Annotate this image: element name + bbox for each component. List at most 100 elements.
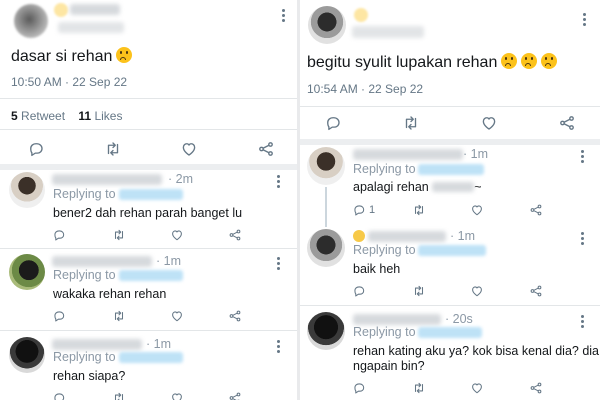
retweet-icon[interactable] <box>412 381 426 395</box>
author-avatar[interactable] <box>14 4 48 38</box>
like-icon[interactable] <box>170 309 184 323</box>
more-icon[interactable] <box>583 13 586 28</box>
more-icon[interactable] <box>581 315 584 330</box>
replying-to: Replying to <box>353 325 416 339</box>
more-icon[interactable] <box>277 257 280 272</box>
like-count: 11 <box>78 109 92 123</box>
reply-text: rehan kating aku ya? kok bisa kenal dia?… <box>353 344 599 358</box>
retweet-icon[interactable] <box>112 391 126 400</box>
reply-author-redacted <box>52 174 162 185</box>
like-icon[interactable] <box>470 284 484 298</box>
share-icon[interactable] <box>529 381 543 395</box>
worried-face-icon <box>116 47 133 63</box>
retweet-count: 5 <box>11 109 18 123</box>
more-icon[interactable] <box>277 175 280 190</box>
replying-to: Replying to <box>53 187 116 201</box>
retweet-icon[interactable] <box>112 228 126 242</box>
retweet-icon[interactable] <box>104 140 122 158</box>
retweet-icon[interactable] <box>412 203 426 217</box>
reply-icon[interactable] <box>52 391 66 400</box>
reply-icon[interactable] <box>352 381 366 395</box>
retweet-icon[interactable] <box>112 309 126 323</box>
reply-time: · 1m <box>463 147 489 161</box>
reply-icon[interactable] <box>27 140 45 158</box>
reply-author-redacted <box>368 231 446 242</box>
reply-author-redacted <box>52 339 142 350</box>
replying-to: Replying to <box>353 243 416 257</box>
like-icon[interactable] <box>170 391 184 400</box>
share-icon[interactable] <box>228 309 242 323</box>
reply-icon[interactable] <box>352 203 366 217</box>
author-handle-redacted <box>352 26 424 38</box>
sun-emoji-icon <box>54 3 68 17</box>
author-name-redacted <box>70 4 120 15</box>
worried-face-icon <box>541 53 558 69</box>
more-icon[interactable] <box>581 150 584 165</box>
more-icon[interactable] <box>581 232 584 247</box>
worried-face-icon <box>501 53 518 69</box>
likes-label[interactable]: Likes <box>94 109 122 123</box>
reply-icon[interactable] <box>324 114 342 132</box>
retweet-icon[interactable] <box>412 284 426 298</box>
left-screenshot-panel: dasar si rehan 10:50 AM · 22 Sep 22 5 Re… <box>0 0 297 400</box>
reply-avatar[interactable] <box>9 172 45 208</box>
tweet-text: begitu syulit lupakan rehan <box>307 53 558 72</box>
share-icon[interactable] <box>529 284 543 298</box>
like-icon[interactable] <box>470 203 484 217</box>
mention-redacted[interactable] <box>418 245 486 256</box>
share-icon[interactable] <box>257 140 275 158</box>
reply-avatar[interactable] <box>307 229 345 267</box>
like-icon[interactable] <box>480 114 498 132</box>
sun-emoji-icon <box>354 8 368 22</box>
reply-avatar[interactable] <box>307 312 345 350</box>
author-avatar[interactable] <box>308 6 346 44</box>
like-icon[interactable] <box>470 381 484 395</box>
reply-icon[interactable] <box>52 309 66 323</box>
share-icon[interactable] <box>228 391 242 400</box>
reply-icon[interactable] <box>352 284 366 298</box>
tweet-stats: 5 Retweet 11 Likes <box>11 109 122 123</box>
reply-icon[interactable] <box>52 228 66 242</box>
tweet-text: dasar si rehan <box>11 47 133 66</box>
right-screenshot-panel: begitu syulit lupakan rehan 10:54 AM · 2… <box>300 0 600 400</box>
reply-avatar[interactable] <box>307 147 345 185</box>
reply-text-line2: ngapain bin? <box>353 359 425 373</box>
reply-text: wakaka rehan rehan <box>53 287 167 301</box>
retweet-icon[interactable] <box>402 114 420 132</box>
replying-to: Replying to <box>53 350 116 364</box>
tweet-timestamp: 10:50 AM · 22 Sep 22 <box>11 75 128 89</box>
mention-redacted[interactable] <box>418 164 484 175</box>
replying-to: Replying to <box>53 268 116 282</box>
mention-redacted[interactable] <box>418 327 482 338</box>
tweet-timestamp: 10:54 AM · 22 Sep 22 <box>307 82 424 96</box>
reply-count: 1 <box>369 204 376 216</box>
share-icon[interactable] <box>558 114 576 132</box>
reply-text: baik heh <box>353 262 401 276</box>
reply-author-redacted <box>353 314 441 325</box>
mention-redacted[interactable] <box>119 189 183 200</box>
mention-redacted[interactable] <box>119 270 183 281</box>
reply-text: rehan siapa? <box>53 369 126 383</box>
replying-to: Replying to <box>353 162 416 176</box>
like-icon[interactable] <box>170 228 184 242</box>
more-icon[interactable] <box>277 340 280 355</box>
reply-avatar[interactable] <box>9 254 45 290</box>
sun-emoji-icon <box>353 230 365 242</box>
like-icon[interactable] <box>180 140 198 158</box>
thread-line <box>325 187 327 227</box>
worried-face-icon <box>521 53 538 69</box>
more-icon[interactable] <box>282 9 285 24</box>
reply-text: apalagi rehan ~ <box>353 180 482 194</box>
share-icon[interactable] <box>228 228 242 242</box>
retweet-label[interactable]: Retweet <box>21 109 65 123</box>
reply-avatar[interactable] <box>9 337 45 373</box>
redacted-word <box>432 182 475 192</box>
reply-time: · 1m <box>146 337 172 351</box>
mention-redacted[interactable] <box>119 352 183 363</box>
reply-time: · 2m <box>168 172 194 186</box>
reply-time: · 1m <box>156 254 182 268</box>
share-icon[interactable] <box>529 203 543 217</box>
reply-author-redacted <box>52 256 152 267</box>
reply-time: · 1m <box>450 229 476 243</box>
reply-time: · 20s <box>445 312 473 326</box>
